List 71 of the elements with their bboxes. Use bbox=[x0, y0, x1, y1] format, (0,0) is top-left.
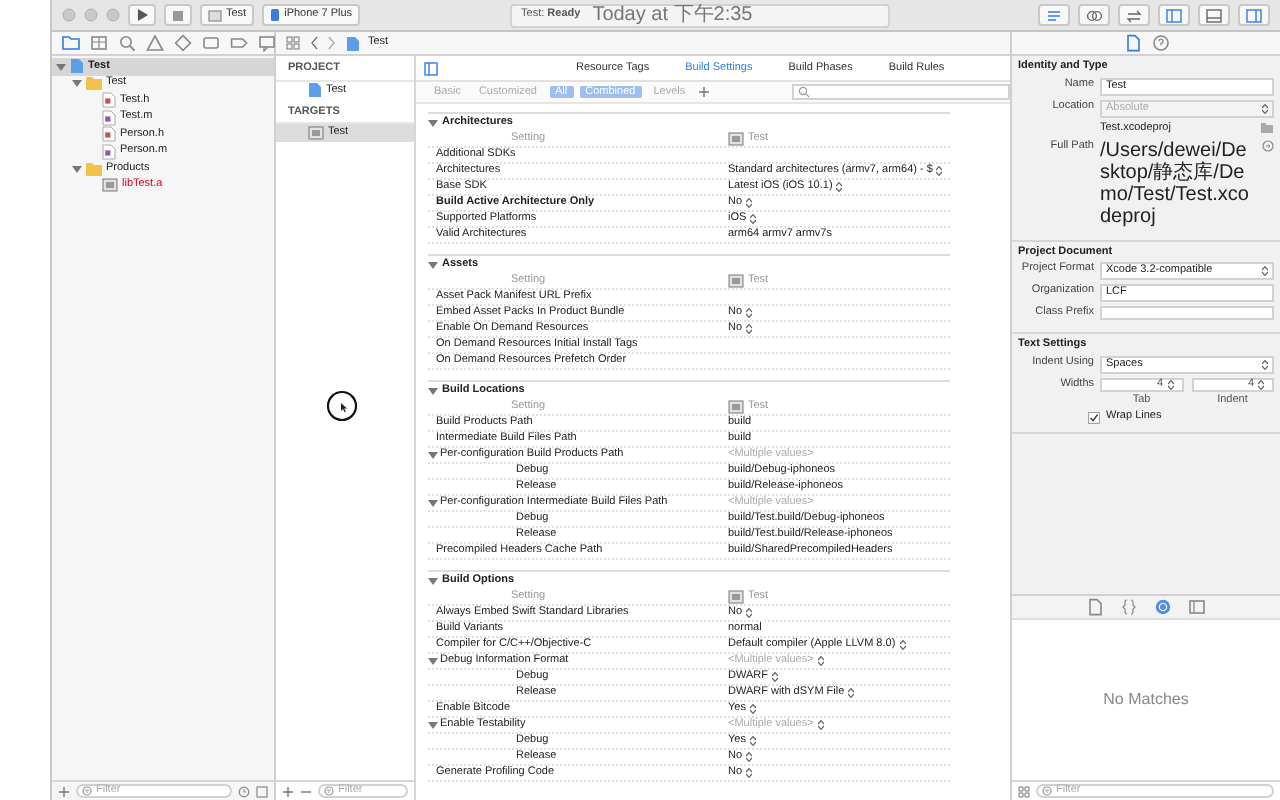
popup-arrows-icon bbox=[1262, 103, 1268, 114]
warning-icon[interactable] bbox=[146, 34, 164, 52]
folder-icon[interactable] bbox=[62, 34, 80, 52]
popup-arrows-icon bbox=[1262, 266, 1268, 277]
checkbox-icon[interactable] bbox=[1088, 411, 1100, 424]
debug-area-toggle-icon[interactable] bbox=[1205, 7, 1222, 23]
file-icon[interactable] bbox=[1086, 598, 1104, 616]
disclosure-triangle-icon[interactable] bbox=[72, 78, 82, 89]
recent-icon[interactable] bbox=[238, 785, 250, 797]
reveal-arrow-icon[interactable] bbox=[1262, 139, 1274, 152]
disclosure-triangle-icon[interactable] bbox=[428, 386, 438, 396]
header-file-icon bbox=[102, 126, 116, 143]
folder-icon bbox=[86, 161, 102, 176]
cursor-icon bbox=[326, 390, 358, 422]
diamond-icon[interactable] bbox=[174, 34, 192, 52]
disclosure-triangle-icon[interactable] bbox=[428, 498, 438, 508]
search-icon[interactable] bbox=[118, 34, 136, 52]
phone-icon bbox=[270, 8, 281, 22]
project-file-icon bbox=[70, 58, 84, 75]
filter-icon bbox=[324, 786, 334, 796]
full-path: /Users/dewei/Desktop/静态库/Demo/Test/Test.xcodeproj bbox=[1100, 139, 1251, 228]
search-field[interactable] bbox=[791, 84, 1010, 100]
stop-icon bbox=[172, 9, 184, 21]
status-time: Today at 下午2:35 bbox=[592, 5, 753, 25]
run-button[interactable] bbox=[128, 4, 156, 26]
header-file-icon bbox=[102, 92, 116, 109]
editor-assistant-icon[interactable] bbox=[1085, 7, 1102, 23]
remove-icon[interactable] bbox=[300, 785, 312, 797]
disclosure-triangle-icon[interactable] bbox=[428, 118, 438, 128]
utilities-toggle-icon[interactable] bbox=[1245, 7, 1262, 23]
braces-icon[interactable] bbox=[1120, 598, 1138, 616]
library-icon bbox=[102, 178, 118, 193]
project-file-icon bbox=[346, 35, 360, 51]
play-icon bbox=[136, 8, 148, 22]
target-icon bbox=[308, 126, 324, 141]
back-icon[interactable] bbox=[310, 36, 318, 50]
disclosure-triangle-icon[interactable] bbox=[428, 260, 438, 270]
target-icon bbox=[208, 9, 222, 21]
search-icon bbox=[797, 86, 810, 98]
filter-icon bbox=[1042, 786, 1052, 796]
popup-arrows-icon bbox=[1258, 379, 1264, 390]
sidebar-toggle-icon[interactable] bbox=[424, 61, 438, 75]
editor-version-icon[interactable] bbox=[1125, 7, 1142, 23]
grid-icon[interactable] bbox=[90, 34, 108, 52]
add-icon[interactable] bbox=[58, 785, 70, 797]
related-items-icon[interactable] bbox=[286, 36, 300, 50]
disclosure-triangle-icon[interactable] bbox=[428, 720, 438, 730]
speech-bubble-icon[interactable] bbox=[258, 34, 276, 52]
file-icon[interactable] bbox=[1123, 34, 1141, 52]
source-file-icon bbox=[102, 109, 116, 126]
forward-icon[interactable] bbox=[328, 36, 336, 50]
source-file-icon bbox=[102, 143, 116, 160]
tag-icon[interactable] bbox=[230, 34, 248, 52]
editor-standard-icon[interactable] bbox=[1045, 7, 1062, 23]
add-icon[interactable] bbox=[697, 86, 710, 98]
navigator-toggle-icon[interactable] bbox=[1165, 7, 1182, 23]
grid-view-icon[interactable] bbox=[1018, 785, 1030, 797]
empty-message: No Matches bbox=[1103, 690, 1189, 710]
class-prefix-field[interactable] bbox=[1100, 306, 1274, 321]
help-icon[interactable] bbox=[1151, 34, 1169, 52]
disclosure-triangle-icon[interactable] bbox=[428, 450, 438, 460]
disclosure-triangle-icon[interactable] bbox=[428, 576, 438, 586]
project-file-icon bbox=[308, 82, 322, 99]
disclosure-triangle-icon[interactable] bbox=[56, 61, 66, 72]
popup-arrows-icon bbox=[1167, 379, 1173, 390]
disclosure-triangle-icon[interactable] bbox=[72, 163, 82, 174]
circle-icon[interactable] bbox=[1154, 598, 1172, 616]
disclosure-triangle-icon[interactable] bbox=[428, 656, 438, 666]
filter-icon bbox=[82, 786, 92, 796]
popup-arrows-icon bbox=[1262, 359, 1268, 370]
add-icon[interactable] bbox=[282, 785, 294, 797]
